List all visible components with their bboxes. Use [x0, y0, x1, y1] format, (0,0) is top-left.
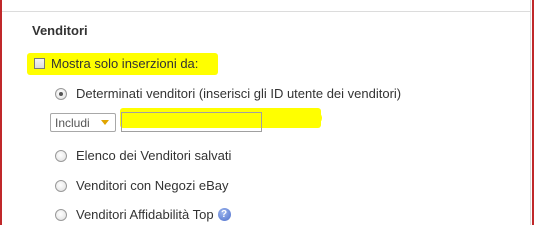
radio-affidabilita-top-label: Venditori Affidabilità Top — [76, 207, 214, 222]
highlight-mark-input-tail — [298, 112, 322, 124]
mostra-solo-label: Mostra solo inserzioni da: — [51, 56, 199, 71]
radio-row-venditori-salvati[interactable]: Elenco dei Venditori salvati — [55, 148, 231, 163]
frame-left-border — [0, 0, 2, 225]
radio-determinati-label: Determinati venditori (inserisci gli ID … — [76, 86, 402, 101]
chevron-down-icon — [101, 120, 109, 125]
include-select[interactable]: Includi — [50, 113, 116, 132]
radio-venditori-salvati[interactable] — [55, 149, 67, 162]
radio-venditori-salvati-label: Elenco dei Venditori salvati — [76, 148, 232, 163]
radio-negozi-ebay-label: Venditori con Negozi eBay — [76, 178, 229, 193]
seller-ids-input[interactable] — [121, 112, 262, 132]
radio-row-affidabilita-top[interactable]: Venditori Affidabilità Top ? — [55, 207, 231, 222]
help-icon[interactable]: ? — [217, 208, 231, 221]
section-divider — [2, 11, 530, 12]
radio-affidabilita-top[interactable] — [55, 208, 67, 221]
mostra-solo-checkbox[interactable] — [34, 58, 45, 69]
section-title: Venditori — [32, 23, 88, 38]
mostra-solo-checkbox-row[interactable]: Mostra solo inserzioni da: — [34, 56, 198, 71]
radio-row-negozi-ebay[interactable]: Venditori con Negozi eBay — [55, 178, 228, 193]
radio-negozi-ebay[interactable] — [55, 179, 67, 192]
include-select-value: Includi — [55, 115, 90, 130]
panel-right-border — [530, 0, 531, 225]
radio-determinati[interactable] — [55, 87, 67, 100]
radio-row-determinati[interactable]: Determinati venditori (inserisci gli ID … — [55, 86, 401, 101]
